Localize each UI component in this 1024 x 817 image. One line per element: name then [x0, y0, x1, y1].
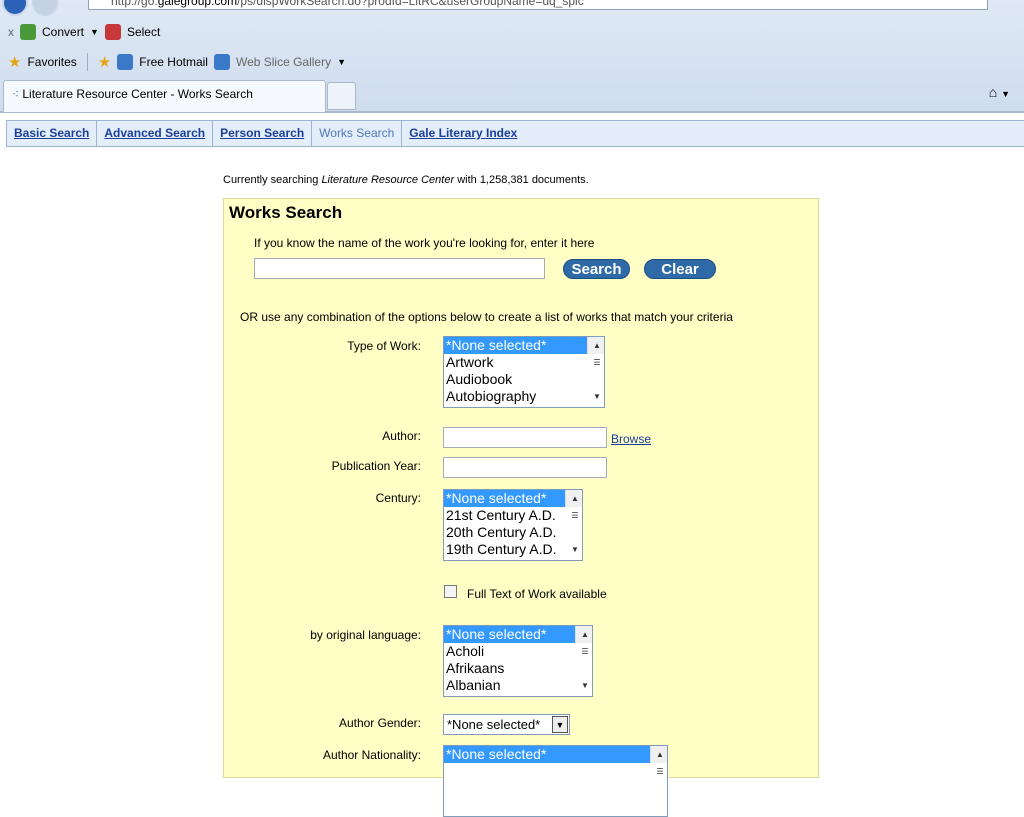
back-button[interactable]	[2, 0, 28, 16]
list-option[interactable]: *None selected*	[444, 337, 604, 354]
list-option[interactable]: 19th Century A.D.	[444, 541, 582, 558]
command-bar: x Convert ▼ Select	[0, 18, 1024, 46]
chevron-down-icon[interactable]: ▼	[552, 716, 568, 733]
document-count: 1,258,381	[479, 174, 529, 186]
pdf-select-icon	[104, 24, 121, 40]
intro-text: If you know the name of the work you're …	[254, 236, 595, 250]
url-domain: galegroup.com	[157, 0, 238, 8]
tab-advanced-search[interactable]: Advanced Search	[97, 121, 214, 146]
browser-tab[interactable]: ⁖ Literature Resource Center - Works Sea…	[3, 80, 326, 112]
new-tab-button[interactable]	[327, 82, 356, 110]
site-icon: ⁖	[12, 87, 23, 101]
tab-person-search[interactable]: Person Search	[213, 121, 313, 146]
ie-icon	[213, 54, 230, 70]
full-text-checkbox[interactable]	[444, 585, 457, 598]
chevron-down-icon[interactable]: ▼	[90, 27, 99, 37]
list-option[interactable]: Artwork	[444, 354, 604, 371]
status-mid: with	[457, 174, 477, 186]
type-of-work-list[interactable]: *None selected* Artwork Audiobook Autobi…	[443, 336, 605, 408]
century-list[interactable]: *None selected* 21st Century A.D. 20th C…	[443, 489, 583, 561]
author-input[interactable]	[443, 427, 607, 448]
tab-gale-literary-index[interactable]: Gale Literary Index	[402, 121, 524, 146]
database-name: Literature Resource Center	[321, 174, 455, 186]
divider	[86, 53, 88, 71]
favorites-button[interactable]: Favorites	[27, 55, 76, 69]
address-bar[interactable]: http://go.galegroup.com/ps/dispWorkSearc…	[88, 0, 988, 10]
list-option[interactable]: 21st Century A.D.	[444, 507, 582, 524]
tab-works-search[interactable]: Works Search	[312, 121, 403, 146]
work-name-input[interactable]	[254, 258, 545, 279]
browser-chrome: http://go.galegroup.com/ps/dispWorkSearc…	[0, 0, 1024, 113]
list-option[interactable]: Afrikaans	[444, 660, 592, 677]
search-status: Currently searching Literature Resource …	[223, 174, 589, 186]
status-prefix: Currently searching	[223, 174, 319, 186]
home-icon[interactable]: ⌂ ▼	[989, 84, 1010, 100]
works-search-panel: Works Search If you know the name of the…	[223, 198, 819, 817]
web-slice-gallery-link[interactable]: Web Slice Gallery	[236, 55, 331, 69]
scrollbar[interactable]: ▲ ☰	[650, 746, 667, 776]
type-of-work-label: Type of Work:	[347, 339, 421, 353]
convert-icon	[20, 24, 36, 40]
author-label: Author:	[382, 429, 421, 443]
forward-button[interactable]	[32, 0, 58, 16]
century-label: Century:	[375, 491, 421, 505]
list-option[interactable]: Autobiography	[444, 388, 604, 405]
clear-button[interactable]: Clear	[644, 259, 716, 279]
panel-title: Works Search	[229, 203, 343, 222]
scrollbar[interactable]: ▲ ☰ ▼	[587, 337, 604, 401]
or-text: OR use any combination of the options be…	[240, 310, 733, 324]
scrollbar[interactable]: ▲ ☰ ▼	[565, 490, 582, 554]
author-nationality-label: Author Nationality:	[322, 748, 421, 762]
list-option[interactable]: Audiobook	[444, 371, 604, 388]
list-option[interactable]: Albanian	[444, 677, 592, 694]
list-option[interactable]: *None selected*	[444, 626, 592, 643]
chevron-down-icon[interactable]: ▼	[337, 57, 346, 67]
list-option[interactable]: Acholi	[444, 643, 592, 660]
close-toolbar-button[interactable]: x	[8, 25, 14, 39]
tab-title: Literature Resource Center - Works Searc…	[22, 87, 253, 101]
browse-link[interactable]: Browse	[611, 432, 651, 446]
list-option[interactable]: 20th Century A.D.	[444, 524, 582, 541]
selected-value: *None selected*	[447, 717, 541, 732]
author-nationality-list[interactable]: *None selected* ▲ ☰	[443, 745, 668, 817]
search-button[interactable]: Search	[563, 259, 630, 279]
url-rest: /ps/dispWorkSearch.do?prodId=LitRC&userG…	[237, 0, 584, 8]
list-option[interactable]: *None selected*	[444, 490, 582, 507]
search-nav: Basic Search Advanced Search Person Sear…	[6, 120, 1024, 147]
language-list[interactable]: *None selected* Acholi Afrikaans Albania…	[443, 625, 593, 697]
full-text-label: Full Text of Work available	[467, 587, 607, 601]
ie-icon	[117, 54, 134, 70]
publication-year-label: Publication Year:	[331, 459, 421, 473]
star-icon: ★	[8, 54, 22, 71]
favorites-bar: ★ Favorites ★ Free Hotmail Web Slice Gal…	[0, 48, 1024, 76]
url-prefix: http://go.	[111, 0, 158, 8]
status-suffix: documents.	[531, 174, 589, 186]
list-option[interactable]: *None selected*	[444, 746, 667, 763]
language-label: by original language:	[310, 628, 421, 642]
add-favorite-icon[interactable]: ★	[98, 53, 111, 71]
tab-basic-search[interactable]: Basic Search	[7, 121, 98, 146]
convert-button[interactable]: Convert	[42, 25, 84, 39]
tab-bar: ⁖ Literature Resource Center - Works Sea…	[0, 80, 1024, 113]
author-gender-label: Author Gender:	[338, 716, 421, 730]
author-gender-select[interactable]: *None selected* ▼	[443, 714, 570, 735]
publication-year-input[interactable]	[443, 457, 607, 478]
scrollbar[interactable]: ▲ ☰ ▼	[575, 626, 592, 690]
select-button[interactable]: Select	[127, 25, 160, 39]
free-hotmail-link[interactable]: Free Hotmail	[139, 55, 208, 69]
